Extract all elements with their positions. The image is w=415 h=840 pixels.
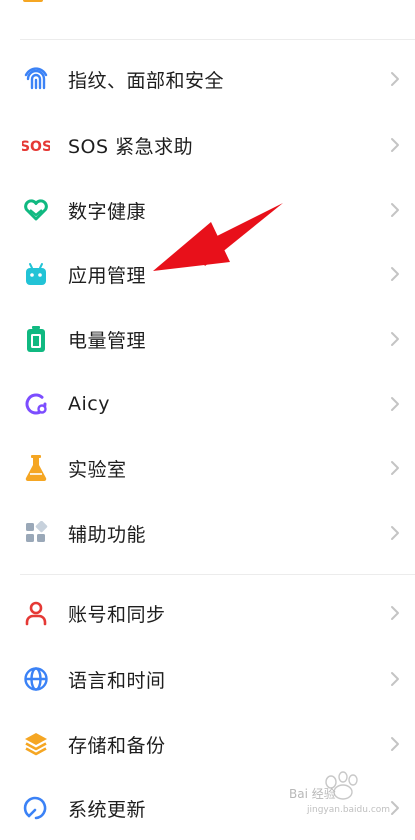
chevron-right-icon <box>391 461 399 475</box>
settings-item-language-time[interactable]: 语言和时间 <box>0 647 415 711</box>
aicy-icon <box>22 390 50 418</box>
svg-text:SOS: SOS <box>22 139 50 155</box>
settings-item-label: 语言和时间 <box>68 669 166 692</box>
divider <box>20 39 415 40</box>
layers-icon <box>22 730 50 758</box>
settings-item-label: 系统更新 <box>68 798 147 821</box>
settings-item-accessibility[interactable]: 辅助功能 <box>0 501 415 565</box>
settings-item-label: Aicy <box>68 393 110 415</box>
chevron-right-icon <box>391 267 399 281</box>
partial-top-icon <box>23 0 43 2</box>
chevron-right-icon <box>391 72 399 86</box>
sos-icon: SOS <box>22 131 50 159</box>
chevron-right-icon <box>391 737 399 751</box>
settings-item-storage-backup[interactable]: 存储和备份 <box>0 712 415 776</box>
settings-item-aicy[interactable]: Aicy <box>0 372 415 436</box>
watermark-url: jingyan.baidu.com <box>306 805 390 815</box>
chevron-right-icon <box>391 526 399 540</box>
settings-item-label: 电量管理 <box>68 329 147 352</box>
grid-icon <box>22 519 50 547</box>
chevron-right-icon <box>391 397 399 411</box>
heart-icon <box>22 196 50 224</box>
chevron-right-icon <box>391 203 399 217</box>
fingerprint-icon <box>22 65 50 93</box>
settings-item-digital-wellbeing[interactable]: 数字健康 <box>0 178 415 242</box>
settings-item-security[interactable]: 指纹、面部和安全 <box>0 47 415 111</box>
watermark-text: Bai 经验 <box>289 786 336 801</box>
settings-item-lab[interactable]: 实验室 <box>0 436 415 500</box>
settings-item-label: 数字健康 <box>68 200 147 223</box>
settings-item-label: 实验室 <box>68 458 127 481</box>
watermark-logo: Bai 经验 jingyan.baidu.com <box>289 771 390 815</box>
settings-item-app-management[interactable]: 应用管理 <box>0 242 415 306</box>
battery-icon <box>22 325 50 353</box>
chevron-right-icon <box>391 332 399 346</box>
settings-item-battery[interactable]: 电量管理 <box>0 307 415 371</box>
chevron-right-icon <box>391 138 399 152</box>
settings-item-account-sync[interactable]: 账号和同步 <box>0 581 415 645</box>
globe-icon <box>22 665 50 693</box>
settings-item-label: 辅助功能 <box>68 523 147 546</box>
update-icon <box>22 794 50 822</box>
settings-item-sos[interactable]: SOS SOS 紧急求助 <box>0 113 415 177</box>
settings-item-label: 存储和备份 <box>68 734 166 757</box>
chevron-right-icon <box>391 672 399 686</box>
chevron-right-icon <box>391 606 399 620</box>
settings-item-label: SOS 紧急求助 <box>68 135 194 158</box>
settings-item-label: 账号和同步 <box>68 603 166 626</box>
settings-item-label: 应用管理 <box>68 264 147 287</box>
android-icon <box>22 260 50 288</box>
divider <box>20 574 415 575</box>
flask-icon <box>22 454 50 482</box>
person-icon <box>22 599 50 627</box>
settings-item-label: 指纹、面部和安全 <box>68 69 225 92</box>
